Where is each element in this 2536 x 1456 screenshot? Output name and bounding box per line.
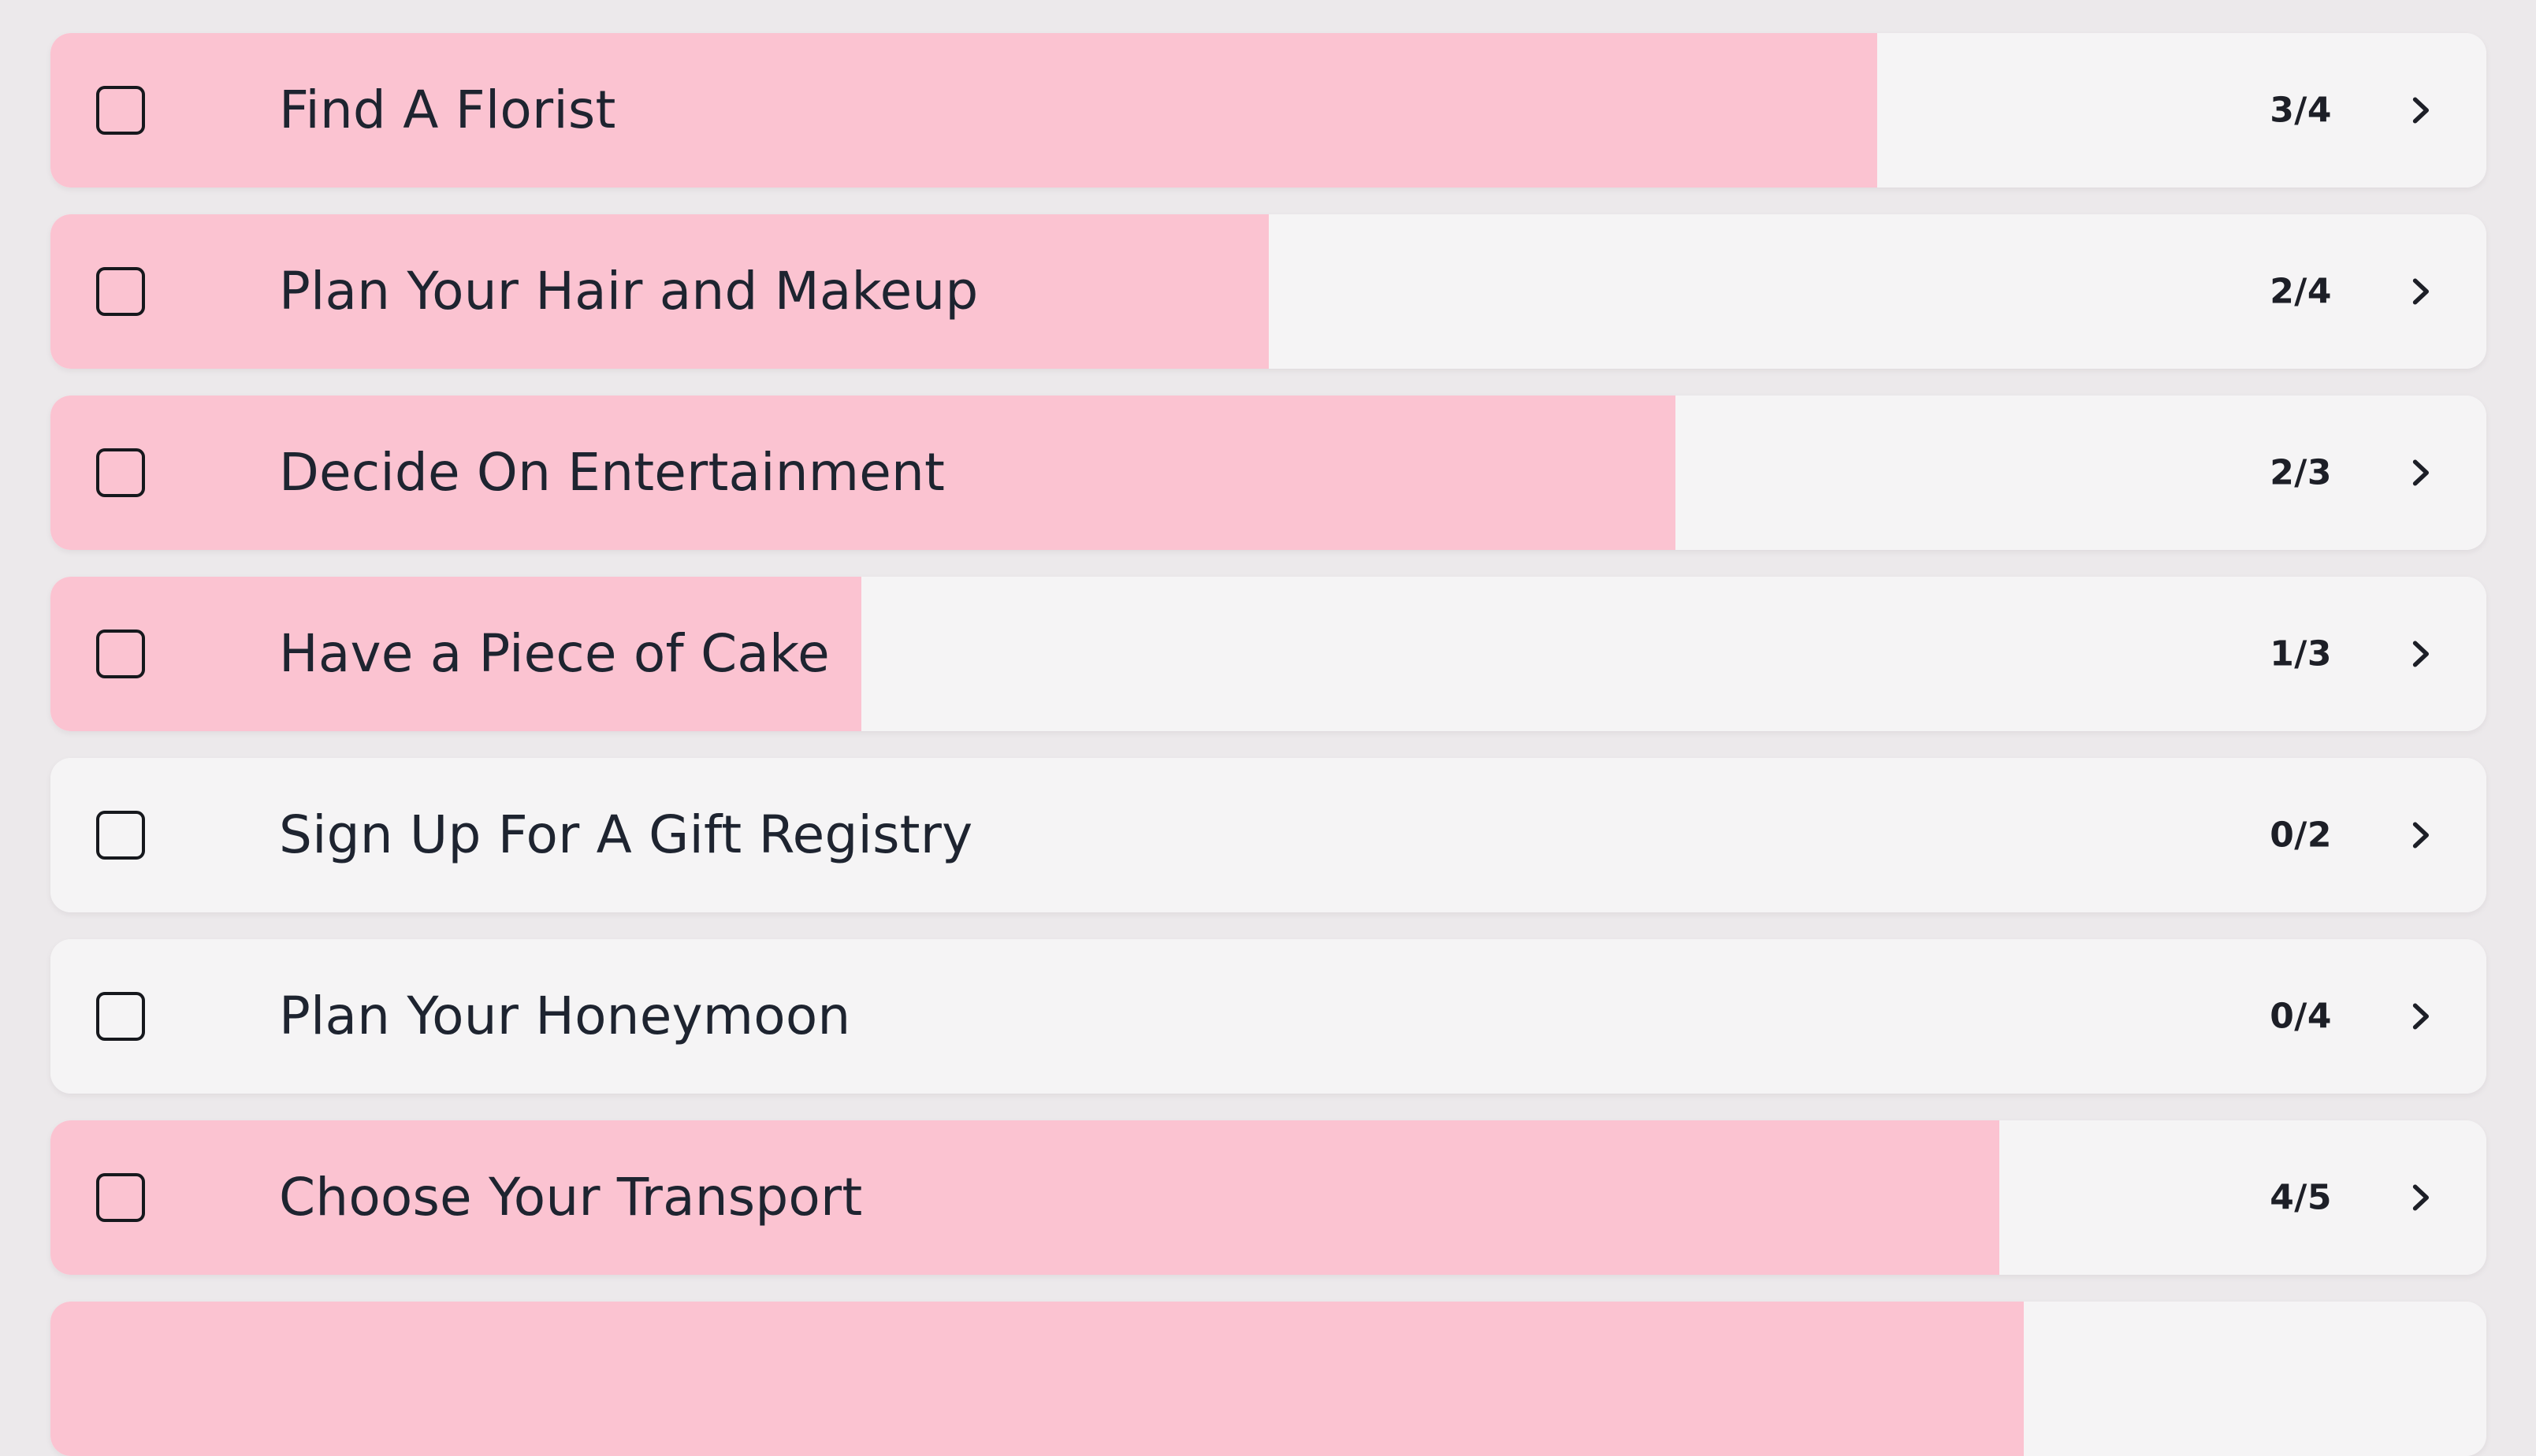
chevron-right-icon[interactable]: [2403, 93, 2437, 128]
chevron-right-icon[interactable]: [2403, 1180, 2437, 1215]
task-progress-count: 2/3: [2270, 452, 2332, 493]
task-row[interactable]: Find A Florist 3/4: [50, 33, 2486, 188]
task-row[interactable]: Sign Up For A Gift Registry 0/2: [50, 758, 2486, 912]
checkbox-unchecked-icon[interactable]: [96, 992, 145, 1041]
task-progress-fill: [50, 1302, 2024, 1456]
task-row-content: Have a Piece of Cake 1/3: [50, 577, 2486, 731]
task-label: Sign Up For A Gift Registry: [279, 804, 973, 865]
task-progress-count: 3/4: [2270, 90, 2332, 131]
task-progress-count: 4/5: [2270, 1177, 2332, 1218]
chevron-right-icon[interactable]: [2403, 999, 2437, 1034]
checkbox-unchecked-icon[interactable]: [96, 1173, 145, 1222]
chevron-right-icon[interactable]: [2403, 455, 2437, 490]
task-label: Plan Your Hair and Makeup: [279, 261, 979, 321]
task-checklist: Find A Florist 3/4 Plan Your Hair and Make…: [0, 0, 2536, 1456]
task-row-content: Sign Up For A Gift Registry 0/2: [50, 758, 2486, 912]
task-row-content: Decide On Entertainment 2/3: [50, 396, 2486, 550]
task-progress-count: 1/3: [2270, 633, 2332, 674]
checkbox-unchecked-icon[interactable]: [96, 267, 145, 316]
task-label: Find A Florist: [279, 80, 616, 140]
task-row[interactable]: Choose Your Transport 4/5: [50, 1120, 2486, 1275]
task-progress-count: 0/4: [2270, 996, 2332, 1037]
task-progress-count: 0/2: [2270, 815, 2332, 856]
task-row-content: Plan Your Honeymoon 0/4: [50, 939, 2486, 1094]
task-row[interactable]: [50, 1302, 2486, 1456]
checkbox-unchecked-icon[interactable]: [96, 448, 145, 497]
chevron-right-icon[interactable]: [2403, 818, 2437, 852]
task-row[interactable]: Plan Your Honeymoon 0/4: [50, 939, 2486, 1094]
task-label: Plan Your Honeymoon: [279, 986, 851, 1046]
task-row-content: Find A Florist 3/4: [50, 33, 2486, 188]
checkbox-unchecked-icon[interactable]: [96, 811, 145, 860]
chevron-right-icon[interactable]: [2403, 637, 2437, 671]
checkbox-unchecked-icon[interactable]: [96, 630, 145, 678]
task-row[interactable]: Have a Piece of Cake 1/3: [50, 577, 2486, 731]
task-row-content: Plan Your Hair and Makeup 2/4: [50, 214, 2486, 369]
chevron-right-icon[interactable]: [2403, 274, 2437, 309]
task-row[interactable]: Plan Your Hair and Makeup 2/4: [50, 214, 2486, 369]
task-label: Have a Piece of Cake: [279, 623, 830, 684]
task-label: Choose Your Transport: [279, 1167, 863, 1228]
checkbox-unchecked-icon[interactable]: [96, 86, 145, 135]
task-progress-count: 2/4: [2270, 271, 2332, 312]
task-row-content: Choose Your Transport 4/5: [50, 1120, 2486, 1275]
task-label: Decide On Entertainment: [279, 442, 946, 503]
task-row[interactable]: Decide On Entertainment 2/3: [50, 396, 2486, 550]
